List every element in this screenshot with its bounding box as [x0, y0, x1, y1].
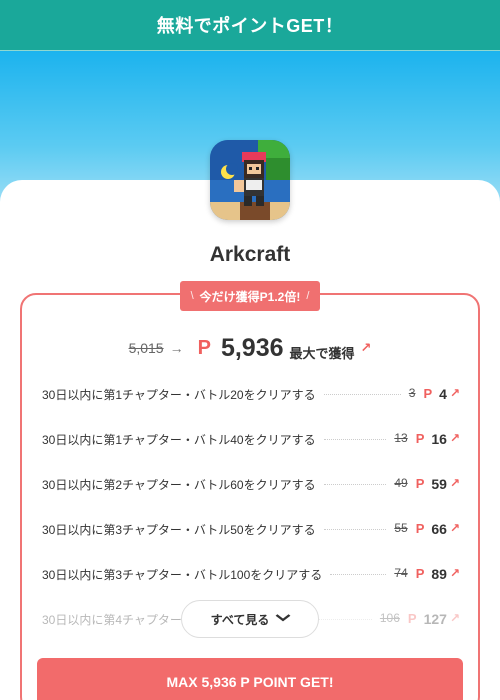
task-label: 30日以内に第1チャプター・バトル40をクリアする: [42, 433, 316, 447]
point-symbol: P: [415, 431, 425, 446]
bonus-badge: \ 今だけ獲得P1.2倍! /: [180, 281, 320, 311]
point-symbol: P: [423, 386, 433, 401]
task-old-points: 3: [408, 386, 416, 400]
task-points: 4: [439, 386, 447, 402]
task-points: 59: [431, 476, 447, 492]
point-symbol: P: [415, 476, 425, 491]
badge-slash-right: /: [306, 290, 310, 302]
increase-arrow-icon: ↗: [449, 566, 460, 580]
task-label: 30日以内に第3チャプター・バトル50をクリアする: [42, 523, 316, 537]
total-points: 5,015 → P 5,936 最大で獲得 ↗: [0, 333, 500, 363]
task-row[interactable]: 30日以内に第2チャプター・バトル60をクリアする 49 P 59 ↗: [42, 468, 460, 513]
task-old-points: 74: [394, 566, 408, 580]
task-old-points: 13: [394, 431, 408, 445]
see-all-label: すべて見る: [210, 612, 270, 627]
task-label: 30日以内に第2チャプター・バトル60をクリアする: [42, 478, 316, 492]
point-get-button[interactable]: MAX 5,936 P POINT GET!: [37, 658, 463, 700]
increase-arrow-icon: ↗: [449, 476, 460, 490]
total-label: 最大で獲得: [289, 345, 355, 361]
header-title: 無料でポイントGET！: [156, 16, 344, 36]
increase-arrow-icon: ↗: [449, 386, 460, 400]
cta-label: MAX 5,936 P POINT GET!: [166, 674, 334, 690]
task-old-points: 106: [379, 611, 400, 625]
increase-arrow-icon: ↗: [360, 340, 372, 355]
chevron-down-icon: [275, 613, 292, 625]
task-old-points: 49: [394, 476, 408, 490]
leader-dots: [323, 529, 387, 530]
increase-arrow-icon: ↗: [449, 611, 460, 625]
badge-text: 今だけ獲得P1.2倍!: [199, 289, 301, 304]
total-new-points: 5,936: [220, 333, 284, 362]
point-symbol: P: [197, 336, 211, 359]
increase-arrow-icon: ↗: [449, 431, 460, 445]
task-label: 30日以内に第1チャプター・バトル20をクリアする: [42, 388, 316, 402]
task-points: 66: [431, 521, 447, 537]
task-points: 127: [423, 611, 447, 627]
task-label: 30日以内に第4チャプター: [42, 613, 182, 627]
badge-slash-left: \: [190, 290, 194, 302]
app-icon: [210, 140, 290, 220]
leader-dots: [323, 439, 387, 440]
point-symbol: P: [415, 566, 425, 581]
task-row[interactable]: 30日以内に第1チャプター・バトル20をクリアする 3 P 4 ↗: [42, 378, 460, 423]
app-name: Arkcraft: [209, 243, 291, 266]
task-points: 16: [431, 431, 447, 447]
see-all-button[interactable]: すべて見る: [181, 600, 319, 638]
task-row[interactable]: 30日以内に第3チャプター・バトル100をクリアする 74 P 89 ↗: [42, 558, 460, 603]
point-symbol: P: [407, 611, 417, 626]
increase-arrow-icon: ↗: [449, 521, 460, 535]
leader-dots: [330, 574, 387, 575]
task-old-points: 55: [394, 521, 408, 535]
leader-dots: [323, 394, 401, 395]
leader-dots: [323, 484, 387, 485]
total-old-points: 5,015: [128, 340, 164, 356]
task-row[interactable]: 30日以内に第3チャプター・バトル50をクリアする 55 P 66 ↗: [42, 513, 460, 558]
arrow-right-icon: →: [169, 340, 184, 356]
task-points: 89: [431, 566, 447, 582]
task-row[interactable]: 30日以内に第1チャプター・バトル40をクリアする 13 P 16 ↗: [42, 423, 460, 468]
page-header: 無料でポイントGET！: [0, 0, 500, 51]
task-label: 30日以内に第3チャプター・バトル100をクリアする: [42, 568, 323, 582]
point-symbol: P: [415, 521, 425, 536]
